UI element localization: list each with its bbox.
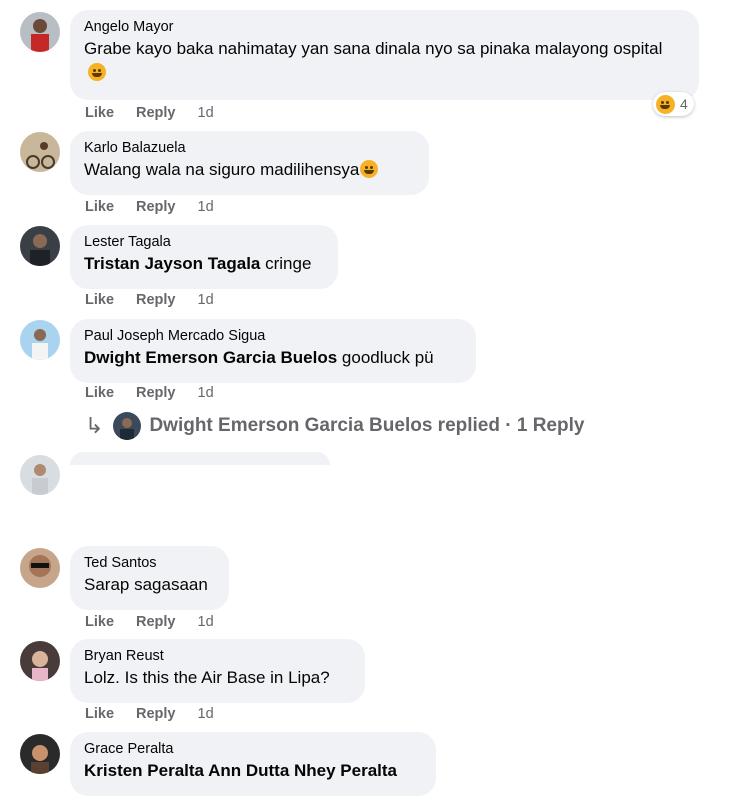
avatar[interactable] [20, 641, 60, 681]
timestamp[interactable]: 1d [198, 614, 214, 630]
like-button[interactable]: Like [85, 706, 114, 722]
avatar-image [20, 548, 60, 588]
comment-text: Grabe kayo baka nahimatay yan sana dinal… [84, 37, 685, 85]
avatar[interactable] [20, 455, 60, 495]
like-button[interactable]: Like [85, 199, 114, 215]
comment-author[interactable]: Karlo Balazuela [84, 139, 415, 158]
comment-actions: Like Reply 1d [85, 292, 214, 308]
avatar-image [20, 12, 60, 52]
comment-bubble: Paul Joseph Mercado Sigua Dwight Emerson… [70, 319, 476, 383]
comment-author[interactable]: Ted Santos [84, 554, 215, 573]
avatar-image [20, 641, 60, 681]
comment-text: Kristen Peralta Ann Dutta Nhey Peralta [84, 759, 422, 783]
reply-button[interactable]: Reply [136, 614, 176, 630]
like-button[interactable]: Like [85, 614, 114, 630]
avatar[interactable] [20, 734, 60, 774]
reaction-count-badge[interactable]: 4 [653, 92, 694, 116]
comment-author[interactable]: Grace Peralta [84, 740, 422, 759]
mention-link[interactable]: Dwight Emerson Garcia Buelos [84, 348, 337, 367]
avatar[interactable] [20, 12, 60, 52]
avatar[interactable] [20, 226, 60, 266]
mention-link[interactable]: Tristan Jayson Tagala [84, 254, 260, 273]
reply-button[interactable]: Reply [136, 199, 176, 215]
view-replies-link[interactable]: ↳ Dwight Emerson Garcia Buelos replied ·… [85, 412, 584, 440]
loading-comment-bubble [70, 452, 330, 465]
avatar-image [20, 226, 60, 266]
comment-text: Tristan Jayson Tagala cringe [84, 254, 312, 273]
avatar-image [20, 132, 60, 172]
comment-actions: Like Reply 1d [85, 385, 214, 401]
comment-bubble: Bryan Reust Lolz. Is this the Air Base i… [70, 639, 365, 703]
grin-sweat-emoji [360, 160, 379, 178]
comment-actions: Like Reply 1d [85, 706, 214, 722]
comment-actions: Like Reply 1d [85, 614, 214, 630]
comment-bubble: Angelo Mayor Grabe kayo baka nahimatay y… [70, 10, 699, 100]
reply-button[interactable]: Reply [136, 706, 176, 722]
avatar[interactable] [20, 132, 60, 172]
comment-author[interactable]: Bryan Reust [84, 647, 351, 666]
comment-text: Dwight Emerson Garcia Buelos goodluck pü [84, 348, 434, 367]
reply-arrow-icon: ↳ [85, 413, 104, 438]
reply-avatar [113, 412, 142, 440]
timestamp[interactable]: 1d [198, 706, 214, 722]
avatar-image [20, 455, 60, 495]
comment-text: Walang wala na siguro madilihensya [84, 158, 415, 182]
like-button[interactable]: Like [85, 105, 114, 121]
reply-button[interactable]: Reply [136, 292, 176, 308]
reply-button[interactable]: Reply [136, 385, 176, 401]
laugh-emoji [656, 94, 675, 114]
rofl-emoji [88, 63, 106, 81]
like-button[interactable]: Like [85, 292, 114, 308]
comment-bubble: Ted Santos Sarap sagasaan [70, 546, 229, 610]
mention-link[interactable]: Kristen Peralta Ann Dutta Nhey Peralta [84, 761, 397, 780]
avatar[interactable] [20, 548, 60, 588]
timestamp[interactable]: 1d [198, 199, 214, 215]
comment-bubble: Lester Tagala Tristan Jayson Tagala crin… [70, 225, 338, 289]
timestamp[interactable]: 1d [198, 385, 214, 401]
comment-bubble: Grace Peralta Kristen Peralta Ann Dutta … [70, 732, 436, 796]
comment-actions: Like Reply 1d [85, 105, 214, 121]
reply-button[interactable]: Reply [136, 105, 176, 121]
timestamp[interactable]: 1d [198, 292, 214, 308]
replies-summary[interactable]: Dwight Emerson Garcia Buelos replied · 1… [149, 415, 584, 437]
reaction-count: 4 [680, 96, 688, 112]
comment-author[interactable]: Lester Tagala [84, 233, 324, 252]
comment-author[interactable]: Angelo Mayor [84, 18, 685, 37]
comment-bubble: Karlo Balazuela Walang wala na siguro ma… [70, 131, 429, 195]
avatar-image [20, 734, 60, 774]
like-button[interactable]: Like [85, 385, 114, 401]
timestamp[interactable]: 1d [198, 105, 214, 121]
avatar[interactable] [20, 320, 60, 360]
comment-author[interactable]: Paul Joseph Mercado Sigua [84, 327, 462, 346]
comment-actions: Like Reply 1d [85, 199, 214, 215]
avatar-image [20, 320, 60, 360]
comment-text: Lolz. Is this the Air Base in Lipa? [84, 668, 330, 687]
comment-text: Sarap sagasaan [84, 575, 208, 594]
